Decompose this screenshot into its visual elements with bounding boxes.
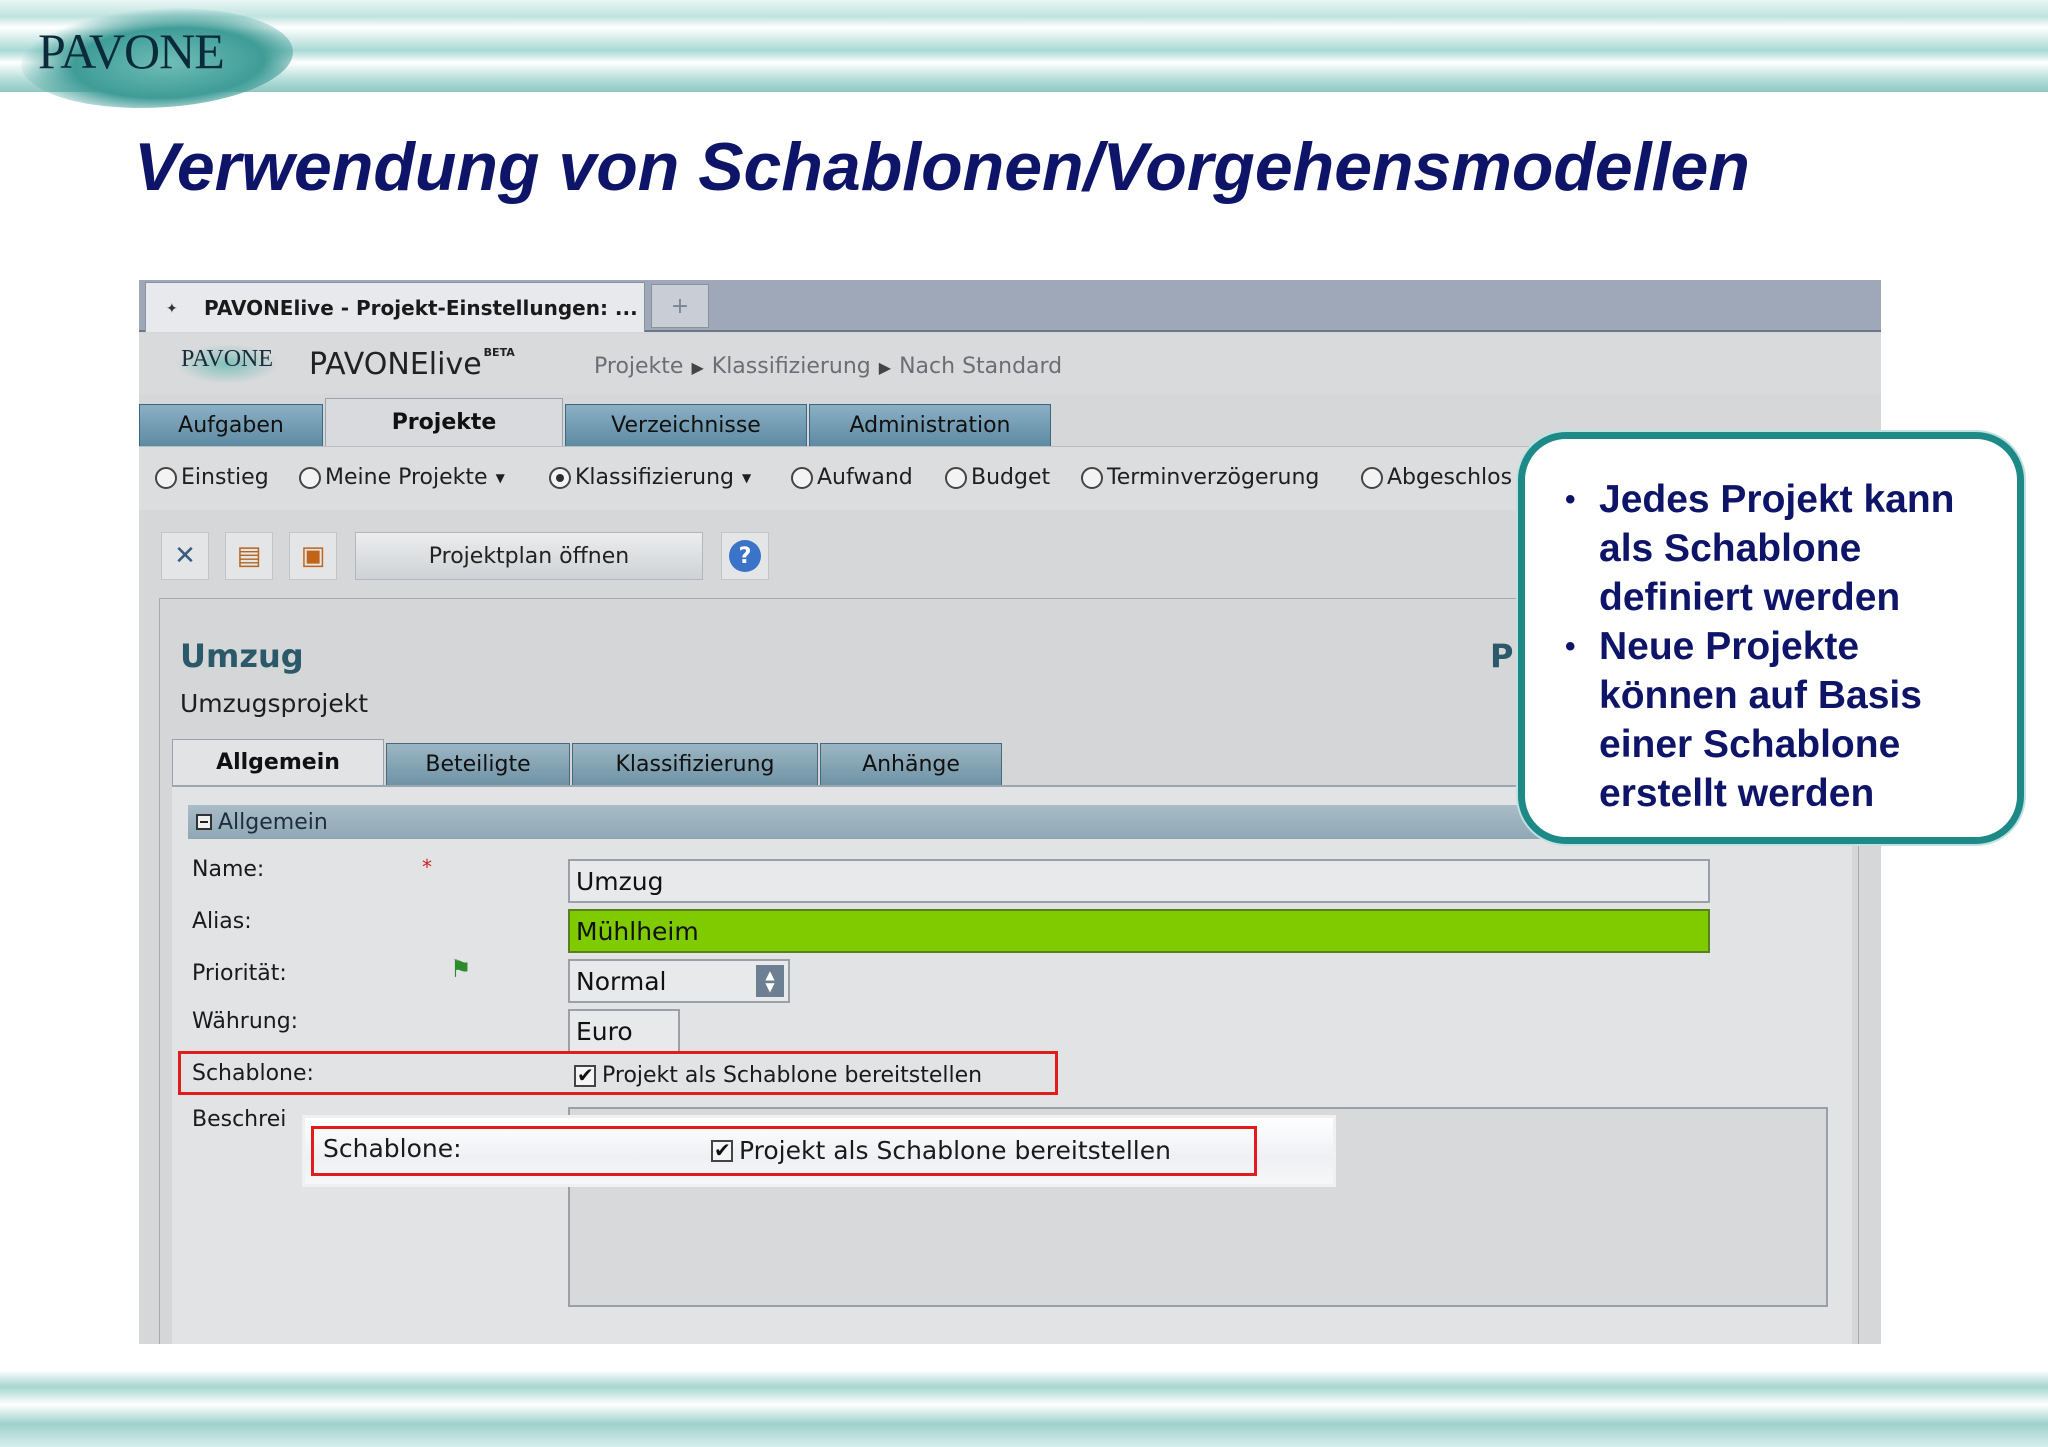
filter-aufwand[interactable]: Aufwand <box>791 465 913 490</box>
name-label: Name: <box>192 857 265 882</box>
tab-projekte[interactable]: Projekte <box>325 398 563 446</box>
name-field[interactable]: Umzug <box>568 859 1710 903</box>
filter-label: Budget <box>971 465 1051 490</box>
radio-button[interactable] <box>299 466 321 489</box>
discard-icon: ▤ <box>236 541 262 571</box>
tab-allgemein[interactable]: Allgemein <box>172 739 384 785</box>
currency-field[interactable]: Euro <box>568 1009 680 1053</box>
callout-item: Jedes Projekt kann als Schablone definie… <box>1565 475 2005 622</box>
tab-klassifizierung[interactable]: Klassifizierung <box>572 743 818 785</box>
help-button[interactable]: ? <box>721 532 769 580</box>
presentation-slide: PAVONE Verwendung von Schablonen/Vorgehe… <box>0 0 2048 1447</box>
save-icon: ▣ <box>300 541 326 571</box>
new-tab-button[interactable]: + <box>651 284 709 328</box>
close-icon: ✕ <box>174 541 196 571</box>
slide-logo: PAVONE <box>38 23 225 79</box>
general-form: Name: * Umzug Alias: Mühlheim Priorität:… <box>172 787 1852 1344</box>
radio-button[interactable] <box>1081 466 1103 489</box>
radio-button[interactable] <box>945 466 967 489</box>
filter-label: Einstieg <box>181 465 269 490</box>
breadcrumb-item[interactable]: Projekte <box>594 354 683 379</box>
zoom-inset: Schablone: Projekt als Schablone bereits… <box>305 1118 1333 1184</box>
priority-select[interactable]: Normal ▲ ▼ <box>568 959 790 1003</box>
discard-button[interactable]: ▤ <box>225 532 273 580</box>
slide-title: Verwendung von Schablonen/Vorgehensmodel… <box>134 129 1750 205</box>
plus-icon: + <box>670 293 690 319</box>
project-subtitle: Umzugsprojekt <box>180 689 369 718</box>
template-checkbox-label: Projekt als Schablone bereitstellen <box>602 1063 983 1088</box>
breadcrumb: Projekte ▶ Klassifizierung ▶ Nach Standard <box>594 354 1062 379</box>
zoom-checkbox-label: Projekt als Schablone bereitstellen <box>739 1136 1171 1165</box>
template-checkbox[interactable] <box>574 1063 596 1087</box>
tab-administration[interactable]: Administration <box>809 404 1051 446</box>
filter-terminverzoegerung[interactable]: Terminverzögerung <box>1081 465 1319 490</box>
radio-button[interactable] <box>155 466 177 489</box>
filter-label: Terminverzögerung <box>1107 465 1320 490</box>
browser-tab-title: PAVONElive - Projekt-Einstellungen: ... <box>204 295 638 320</box>
open-project-plan-button[interactable]: Projektplan öffnen <box>355 532 703 580</box>
select-arrows-icon[interactable]: ▲ ▼ <box>756 965 784 997</box>
filter-label: Abgeschlos <box>1387 465 1513 490</box>
bottom-decoration-band <box>0 1370 2048 1447</box>
callout-item: Neue Projekte können auf Basis einer Sch… <box>1565 622 2005 818</box>
top-decoration-band <box>0 0 2048 92</box>
priority-flag-icon: ⚑ <box>450 955 472 983</box>
radio-button[interactable] <box>791 466 813 489</box>
app-name-text: PAVONElive <box>309 347 482 382</box>
filter-label: Klassifizierung <box>575 465 735 490</box>
filter-klassifizierung[interactable]: Klassifizierung ▼ <box>549 465 751 490</box>
currency-label: Währung: <box>192 1009 299 1034</box>
tab-aufgaben[interactable]: Aufgaben <box>139 404 323 446</box>
priority-value: Normal <box>576 966 667 996</box>
callout-box: Jedes Projekt kann als Schablone definie… <box>1518 432 2024 844</box>
alias-field[interactable]: Mühlheim <box>568 909 1710 953</box>
save-button[interactable]: ▣ <box>289 532 337 580</box>
breadcrumb-separator-icon: ▶ <box>878 358 892 377</box>
filter-einstieg[interactable]: Einstieg <box>155 465 269 490</box>
alias-label: Alias: <box>192 909 252 934</box>
dropdown-caret-icon[interactable]: ▼ <box>496 471 505 485</box>
zoom-template-checkbox[interactable] <box>711 1138 733 1162</box>
project-title: Umzug <box>180 637 304 675</box>
filter-label: Aufwand <box>817 465 913 490</box>
close-button[interactable]: ✕ <box>161 532 209 580</box>
beta-badge: BETA <box>483 346 515 359</box>
priority-label: Priorität: <box>192 961 287 986</box>
template-label: Schablone: <box>192 1061 314 1086</box>
tab-verzeichnisse[interactable]: Verzeichnisse <box>565 404 807 446</box>
radio-button-selected[interactable] <box>549 466 571 489</box>
breadcrumb-item[interactable]: Nach Standard <box>899 354 1062 379</box>
zoom-template-label: Schablone: <box>323 1134 462 1163</box>
callout-list: Jedes Projekt kann als Schablone definie… <box>1565 475 2005 818</box>
tab-anhaenge[interactable]: Anhänge <box>820 743 1002 785</box>
browser-tab[interactable]: ✦ PAVONElive - Projekt-Einstellungen: ..… <box>145 282 645 332</box>
radio-button[interactable] <box>1361 466 1383 489</box>
breadcrumb-separator-icon: ▶ <box>691 358 704 377</box>
zoom-checkbox-row[interactable]: Projekt als Schablone bereitstellen <box>711 1136 1171 1165</box>
dropdown-caret-icon[interactable]: ▼ <box>742 471 751 485</box>
template-checkbox-row[interactable]: Projekt als Schablone bereitstellen <box>574 1063 982 1088</box>
breadcrumb-item[interactable]: Klassifizierung <box>712 354 871 379</box>
required-marker: * <box>422 855 432 879</box>
filter-meine-projekte[interactable]: Meine Projekte ▼ <box>299 465 505 490</box>
filter-label: Meine Projekte <box>325 465 488 490</box>
tab-beteiligte[interactable]: Beteiligte <box>386 743 570 785</box>
browser-tabbar: ✦ PAVONElive - Projekt-Einstellungen: ..… <box>139 280 1881 332</box>
app-header: PAVONE PAVONElive BETA Projekte ▶ Klassifiz… <box>139 334 1881 394</box>
filter-budget[interactable]: Budget <box>945 465 1050 490</box>
description-label: Beschrei <box>192 1107 287 1132</box>
general-panel: Allgemein Name: * Umzug Alias: Mühlheim … <box>172 785 1852 1344</box>
filter-abgeschlossen[interactable]: Abgeschlos <box>1361 465 1512 490</box>
app-logo[interactable]: PAVONE <box>181 346 273 373</box>
pavone-favicon-icon: ✦ <box>166 300 178 317</box>
help-icon: ? <box>729 540 761 572</box>
app-name: PAVONElive BETA <box>309 346 515 382</box>
